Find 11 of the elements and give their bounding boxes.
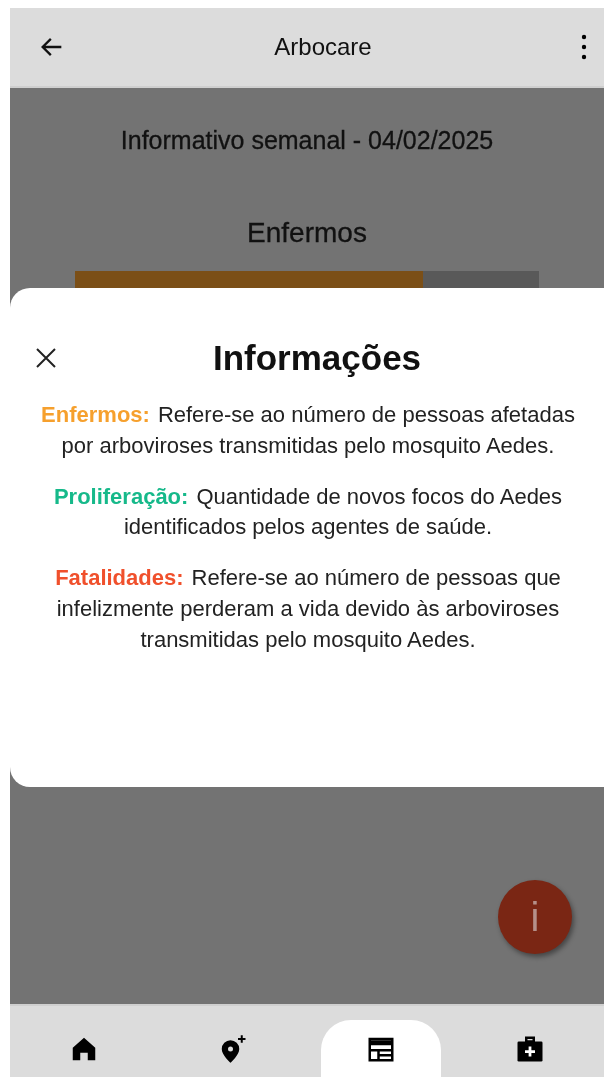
report-title: Informativo semanal - 04/02/2025 <box>120 126 494 155</box>
metric-title: Enfermos <box>247 217 367 249</box>
more-menu-icon[interactable] <box>580 33 588 61</box>
nav-tab[interactable] <box>321 1020 442 1077</box>
definition-text: Fatalidades: Refere-se ao número de pessoas que infelizmente perderam a vida devido às arboviroses transmitidas pelo mosquito Aedes. <box>54 564 562 654</box>
definition-text: Enfermos: Refere-se ao número de pessoas afetadas por arboviroses transmitidas pelo mosquito Aedes. <box>40 401 576 460</box>
definition-text: Proliferação: Quantidade de novos focos do Aedes identificados pelos agentes de saúde. <box>52 482 564 542</box>
dialog-title: Informações <box>211 338 423 378</box>
app-title: Arbocare <box>274 33 372 61</box>
info-button[interactable]: i <box>498 880 572 954</box>
close-icon[interactable] <box>34 346 58 370</box>
